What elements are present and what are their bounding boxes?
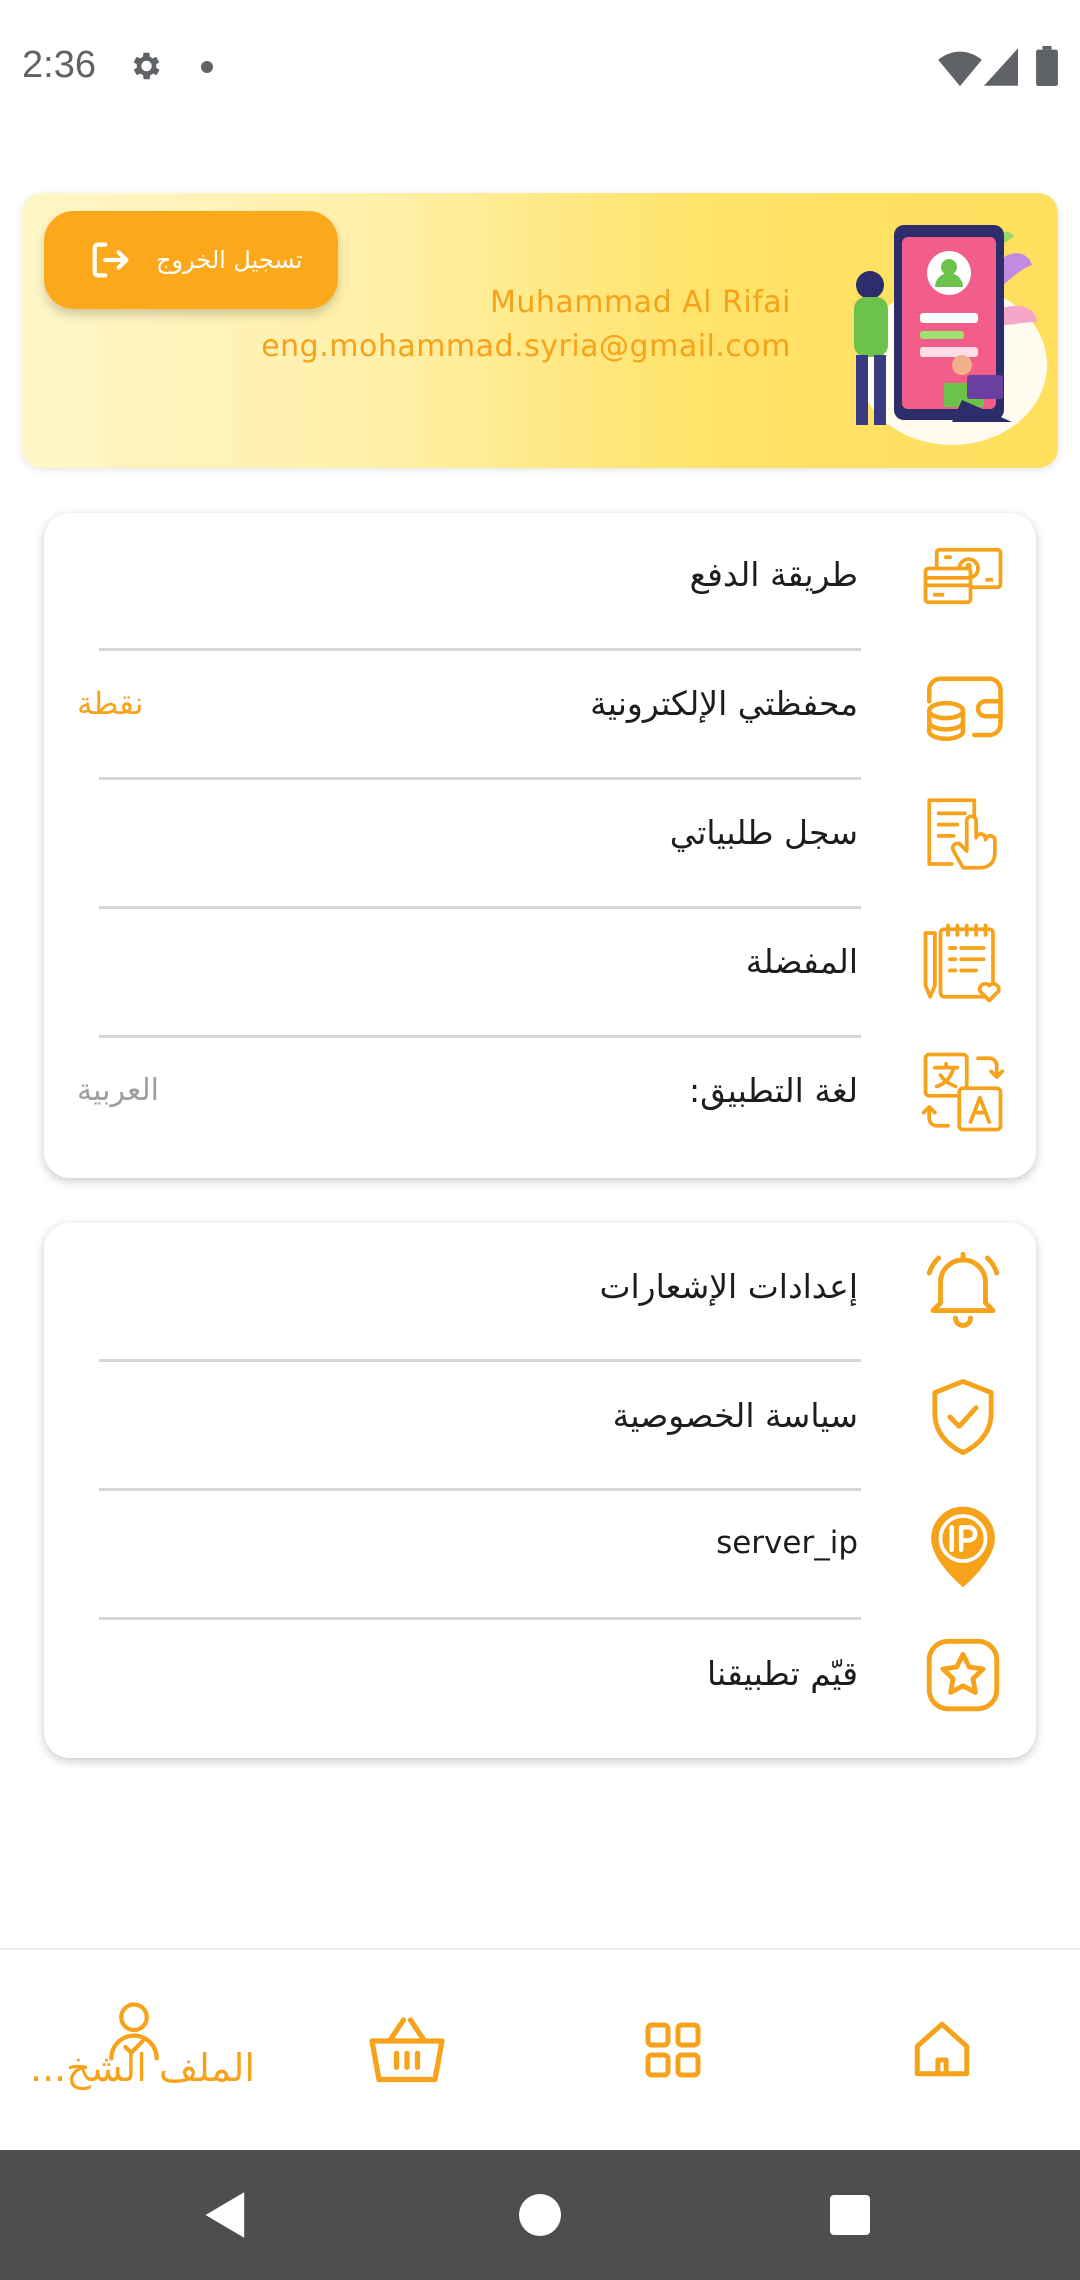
nav-profile-label: الملف الشخ...	[30, 2046, 255, 2090]
menu-item-label: قيّم تطبيقنا	[706, 1654, 858, 1693]
home-icon	[914, 2021, 970, 2077]
recents-icon[interactable]	[830, 2195, 870, 2235]
settings-menu-card: إعدادات الإشعارات سياسة الخصوصية server_…	[44, 1223, 1036, 1758]
nav-tab-profile[interactable]: الملف الشخ...	[0, 1950, 260, 2152]
menu-item-app-language[interactable]: العربية لغة التطبيق:	[44, 1029, 1036, 1158]
menu-item-payment-method[interactable]: طريقة الدفع	[44, 513, 1036, 642]
profile-illustration	[854, 225, 1047, 445]
status-bar: 2:36	[0, 0, 1080, 136]
wifi-icon	[938, 51, 982, 87]
basket-icon	[369, 2017, 445, 2083]
nav-tab-home[interactable]	[815, 1950, 1075, 2152]
bell-icon	[926, 1251, 1000, 1328]
menu-item-notification-settings[interactable]: إعدادات الإشعارات	[44, 1225, 1036, 1354]
logout-icon	[92, 242, 129, 278]
payment-card-icon	[923, 547, 1003, 605]
translate-icon	[921, 1052, 1005, 1132]
menu-item-favorites[interactable]: المفضلة	[44, 900, 1036, 1029]
favorites-list-icon	[923, 923, 1001, 1003]
status-time: 2:36	[22, 44, 96, 86]
menu-item-label: إعدادات الإشعارات	[599, 1267, 858, 1306]
shield-check-icon	[932, 1378, 994, 1456]
wallet-coins-icon	[927, 676, 1003, 741]
dot-icon	[201, 61, 213, 73]
menu-item-label: طريقة الدفع	[689, 555, 858, 594]
account-menu-card: طريقة الدفع نقطة محفظتي الإلكترونية سجل …	[44, 513, 1036, 1178]
logout-label: تسجيل الخروج	[156, 246, 303, 274]
orders-touch-icon	[927, 798, 997, 870]
menu-item-rate-app[interactable]: قيّم تطبيقنا	[44, 1612, 1036, 1741]
menu-item-label: محفظتي الإلكترونية	[590, 684, 858, 723]
menu-item-server-ip[interactable]: server_ip	[44, 1483, 1036, 1612]
user-email: eng.mohammad.syria@gmail.com	[261, 329, 791, 364]
menu-item-label: سياسة الخصوصية	[612, 1396, 858, 1435]
menu-item-label: سجل طلبياتي	[669, 813, 858, 852]
menu-item-label: المفضلة	[745, 942, 858, 981]
battery-icon	[1036, 46, 1058, 86]
home-button-icon[interactable]	[519, 2194, 561, 2236]
bottom-navigation: الملف الشخ...	[0, 1948, 1080, 2150]
wallet-points-value: نقطة	[77, 686, 144, 722]
signal-icon	[984, 48, 1018, 86]
profile-header-card: تسجيل الخروج Muhammad Al Rifai eng.moham…	[22, 193, 1058, 468]
menu-item-label: server_ip	[716, 1525, 858, 1561]
nav-tab-categories[interactable]	[545, 1950, 805, 2152]
language-value: العربية	[77, 1073, 159, 1108]
menu-item-privacy-policy[interactable]: سياسة الخصوصية	[44, 1354, 1036, 1483]
categories-icon	[645, 2022, 701, 2078]
back-icon[interactable]	[203, 2190, 249, 2240]
user-name: Muhammad Al Rifai	[489, 285, 791, 320]
system-navigation-bar	[0, 2150, 1080, 2280]
settings-icon	[133, 52, 160, 80]
nav-tab-cart[interactable]	[275, 1950, 535, 2152]
menu-item-order-history[interactable]: سجل طلبياتي	[44, 771, 1036, 900]
ip-pin-icon	[931, 1506, 995, 1588]
menu-item-label: لغة التطبيق:	[689, 1071, 858, 1110]
logout-button[interactable]: تسجيل الخروج	[44, 211, 338, 309]
star-rating-icon	[926, 1638, 1000, 1712]
menu-item-wallet[interactable]: نقطة محفظتي الإلكترونية	[44, 642, 1036, 771]
